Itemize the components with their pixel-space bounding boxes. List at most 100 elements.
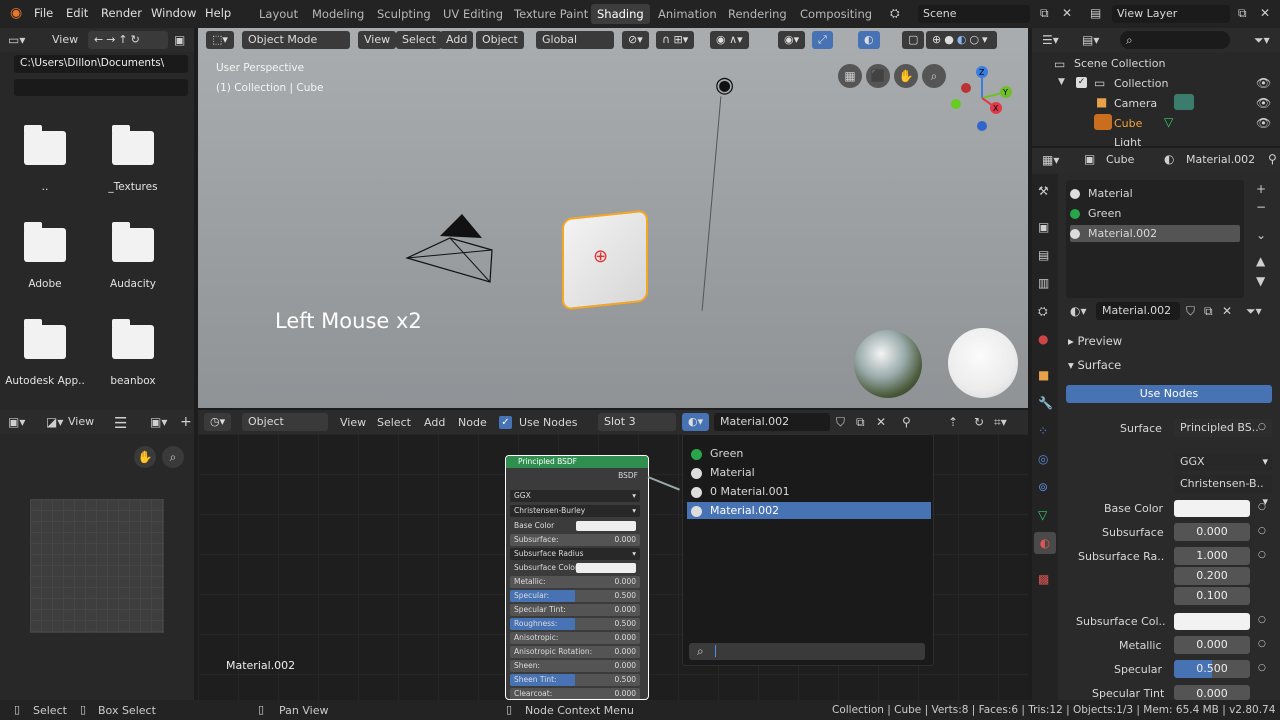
image-browse-icon[interactable]: ▣▾ (150, 415, 167, 429)
uv-grid[interactable] (30, 499, 164, 633)
scene-icon[interactable]: ⛭ (890, 6, 900, 21)
node-sheen-tint[interactable]: Sheen Tint: 0.500 (510, 674, 640, 686)
viewport-view-menu[interactable]: View (358, 31, 397, 49)
mode-dropdown[interactable]: Object Mode (242, 31, 350, 49)
collection-checkbox[interactable]: ✓ (1076, 77, 1087, 88)
node-material-field[interactable]: Material.002 (714, 413, 830, 431)
subsurface-color-swatch[interactable] (1174, 613, 1250, 630)
display-mode-icon[interactable]: ▤▾ (1082, 33, 1099, 47)
outliner-cube[interactable]: Cube (1114, 117, 1142, 130)
material-item-green[interactable]: Green (687, 445, 931, 463)
material-browse-icon[interactable]: ◐▾ (682, 413, 710, 431)
editor-type-3d-icon[interactable]: ⬚▾ (206, 31, 234, 49)
socket-icon[interactable]: ○ (1258, 422, 1266, 432)
outliner-camera[interactable]: Camera (1114, 97, 1157, 110)
menu-help[interactable]: Help (205, 6, 231, 20)
menu-render[interactable]: Render (101, 6, 142, 20)
image-pan-icon[interactable]: ✋ (134, 446, 156, 468)
radius-x-field[interactable]: 1.000 (1174, 547, 1250, 565)
slot-dropdown[interactable]: Slot 3 (598, 413, 676, 431)
node-clearcoat[interactable]: Clearcoat: 0.000 (510, 688, 640, 699)
camera-view-icon[interactable]: ⬛ (866, 64, 890, 88)
node-add-menu[interactable]: Add (424, 416, 445, 429)
path-field[interactable]: C:\Users\Dillon\Documents\ (14, 55, 188, 73)
socket-icon[interactable]: ○ (1258, 502, 1266, 512)
physics-tab-icon[interactable]: ◎ (1038, 452, 1048, 466)
node-anisotropic-rotation[interactable]: Anisotropic Rotation: 0.000 (510, 646, 640, 658)
axis-gizmo[interactable]: Z Y X (948, 62, 1018, 134)
snap-icon[interactable]: ∩ ⊞▾ (656, 31, 695, 49)
editor-type-properties-icon[interactable]: ▦▾ (1042, 153, 1059, 167)
snap-node-icon[interactable]: ↻ (974, 415, 984, 429)
file-item-parent[interactable]: .. (2, 125, 88, 193)
editor-type-outliner-icon[interactable]: ☰▾ (1042, 33, 1059, 47)
view-layer-tab-icon[interactable]: ▥ (1038, 276, 1049, 290)
use-nodes-button[interactable]: Use Nodes (1066, 385, 1272, 403)
viewport-select-menu[interactable]: Select (396, 31, 442, 49)
overlay-icon[interactable]: ◐ (858, 31, 880, 49)
visibility-eye-icon[interactable]: 👁 (1256, 76, 1271, 90)
node-specular-tint[interactable]: Specular Tint: 0.000 (510, 604, 640, 616)
outliner-collection[interactable]: Collection (1114, 77, 1168, 90)
copy-scene-icon[interactable]: ⧉ (1040, 6, 1049, 21)
close-scene-icon[interactable]: ✕ (1062, 6, 1072, 20)
object-tab-icon[interactable]: ■ (1038, 368, 1049, 382)
socket-icon[interactable]: ○ (1258, 615, 1266, 625)
material-item-material-002[interactable]: Material.002 (687, 502, 931, 519)
editor-type-node-icon[interactable]: ◷▾ (204, 413, 232, 431)
modifier-tab-icon[interactable]: 🔧 (1038, 396, 1053, 410)
node-subsurface-color[interactable]: Subsurface Color (510, 562, 640, 574)
output-tab-icon[interactable]: ▤ (1038, 248, 1049, 262)
shading-modes-icon[interactable]: ⊕●◐○▾ (926, 31, 997, 49)
orientation-dropdown[interactable]: Global (536, 31, 614, 49)
slot-material[interactable]: Material (1070, 185, 1240, 202)
view-menu[interactable]: View (52, 33, 78, 46)
distribution-dropdown[interactable]: GGX ▾ (1174, 453, 1272, 471)
slot-material-002[interactable]: Material.002 (1070, 225, 1240, 242)
pin-icon[interactable]: ⚲ (902, 415, 911, 429)
file-item-textures[interactable]: _Textures (90, 125, 176, 193)
slot-menu-icon[interactable]: ⌄ (1256, 228, 1266, 242)
subsurface-method-dropdown[interactable]: Christensen-B.. ▾ (1174, 475, 1272, 508)
browse-filter-icon[interactable]: ⏷▾ (1246, 304, 1262, 319)
texture-tab-icon[interactable]: ▩ (1038, 572, 1049, 586)
material-item-material-001[interactable]: 0 Material.001 (687, 483, 931, 501)
editor-type-icon[interactable]: ▭▾ (8, 33, 25, 47)
filter-icon[interactable]: ⏷▾ (1254, 33, 1270, 48)
node-specular[interactable]: Specular: 0.500 (510, 590, 640, 602)
radius-z-field[interactable]: 0.100 (1174, 587, 1250, 605)
outliner-search-input[interactable]: ⌕ (1120, 31, 1230, 49)
proportional-edit-icon[interactable]: ◉ ∧▾ (710, 31, 749, 49)
visibility-eye-icon[interactable]: 👁 (1256, 96, 1271, 110)
duplicate-material-icon[interactable]: ⧉ (856, 415, 865, 430)
viewport-add-menu[interactable]: Add (440, 31, 474, 49)
zoom-icon[interactable]: ⌕ (922, 64, 946, 88)
tab-uv-editing[interactable]: UV Editing (437, 4, 509, 24)
node-base-color[interactable]: Base Color (510, 520, 640, 532)
metallic-field[interactable]: 0.000 (1174, 636, 1250, 654)
copy-layer-icon[interactable]: ⧉ (1238, 6, 1247, 21)
scene-tab-icon[interactable]: ⛭ (1038, 304, 1048, 319)
principled-bsdf-node[interactable]: Principled BSDF BSDF GGX ▾ Christensen-Bu… (505, 455, 649, 700)
tab-rendering[interactable]: Rendering (722, 4, 793, 24)
constraints-tab-icon[interactable]: ⊚ (1038, 480, 1048, 494)
node-node-menu[interactable]: Node (458, 416, 487, 429)
node-roughness[interactable]: Roughness: 0.500 (510, 618, 640, 630)
pin-properties-icon[interactable]: ⚲ (1268, 152, 1277, 166)
visibility-eye-icon[interactable]: 👁 (1256, 116, 1271, 130)
view-layer-icon[interactable]: ▤ (1090, 6, 1101, 20)
viewport-object-menu[interactable]: Object (476, 31, 524, 49)
fake-user-icon[interactable]: ⛉ (836, 415, 845, 430)
base-color-swatch[interactable] (1174, 500, 1250, 517)
camera-object[interactable] (402, 210, 497, 285)
use-nodes-checkbox[interactable]: ✓ (499, 416, 512, 429)
slot-green[interactable]: Green (1070, 205, 1240, 222)
radius-y-field[interactable]: 0.200 (1174, 567, 1250, 585)
close-layer-icon[interactable]: ✕ (1260, 6, 1270, 20)
tab-texture-paint[interactable]: Texture Paint (508, 4, 594, 24)
new-folder-icon[interactable]: ▣ (174, 33, 185, 47)
material-tab-icon[interactable]: ◐ (1034, 532, 1056, 554)
xray-icon[interactable]: ▢ (902, 31, 925, 49)
nav-arrows[interactable]: ←→↑↻ (88, 31, 168, 49)
outliner-scene-collection[interactable]: Scene Collection (1074, 57, 1165, 70)
